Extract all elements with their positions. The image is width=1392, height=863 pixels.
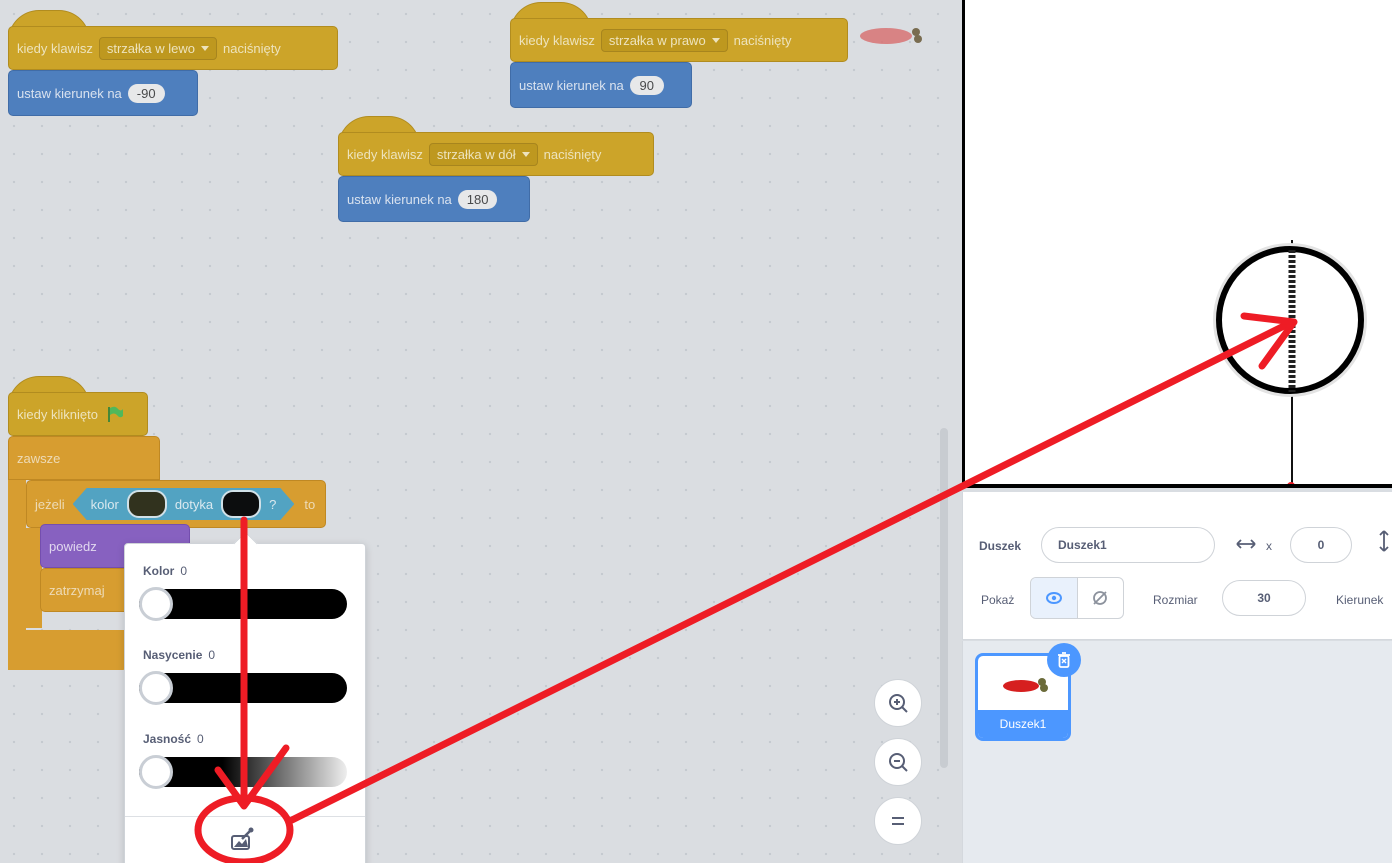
delete-sprite-button[interactable] bbox=[1047, 643, 1081, 677]
popup-tip bbox=[233, 531, 258, 556]
then-text: to bbox=[304, 496, 316, 512]
visibility-toggle[interactable] bbox=[1030, 577, 1124, 619]
brightness-label: Jasność 0 bbox=[143, 732, 204, 746]
sprite-info-panel bbox=[962, 492, 1392, 640]
workspace-scrollbar[interactable] bbox=[940, 428, 948, 768]
sprite-name-input[interactable]: Duszek1 bbox=[1041, 527, 1215, 563]
hide-sprite-button[interactable] bbox=[1078, 578, 1124, 618]
direction-input-right[interactable]: 90 bbox=[629, 75, 664, 95]
when-key-text: kiedy klawisz bbox=[519, 32, 595, 48]
chevron-down-icon bbox=[711, 37, 720, 43]
pressed-text: naciśnięty bbox=[543, 146, 602, 162]
if-text: jeżeli bbox=[35, 496, 65, 512]
eyedropper-icon[interactable] bbox=[229, 826, 255, 852]
when-key-text: kiedy klawisz bbox=[347, 146, 423, 162]
hue-slider-knob[interactable] bbox=[139, 587, 173, 621]
trash-icon bbox=[1058, 652, 1070, 668]
say-text: powiedz bbox=[49, 538, 97, 554]
when-key-left-block[interactable]: kiedy klawisz strzałka w lewo naciśnięty bbox=[8, 26, 338, 70]
saturation-value: 0 bbox=[208, 648, 216, 662]
equals-icon bbox=[892, 817, 904, 825]
when-flag-clicked-block[interactable]: kiedy kliknięto bbox=[8, 392, 148, 436]
green-flag-icon bbox=[107, 406, 123, 422]
zoom-out-icon bbox=[889, 753, 908, 772]
direction-input-down[interactable]: 180 bbox=[457, 189, 498, 209]
show-label: Pokaż bbox=[981, 593, 1015, 607]
zoom-reset-button[interactable] bbox=[874, 797, 922, 845]
touches-text: dotyka bbox=[174, 496, 214, 512]
set-direction-text: ustaw kierunek na bbox=[347, 191, 452, 207]
color-swatch-2[interactable] bbox=[221, 490, 261, 518]
size-input[interactable]: 30 bbox=[1222, 580, 1306, 616]
if-then-block[interactable]: jeżeli kolor dotyka ? to bbox=[26, 480, 326, 528]
key-dropdown-value: strzałka w lewo bbox=[106, 40, 195, 56]
set-direction-text: ustaw kierunek na bbox=[519, 77, 624, 93]
stage-canvas bbox=[1213, 240, 1367, 484]
size-label: Rozmiar bbox=[1153, 593, 1198, 607]
forever-block[interactable]: zawsze bbox=[8, 436, 160, 480]
color-swatch-1[interactable] bbox=[127, 490, 167, 518]
when-key-down-block[interactable]: kiedy klawisz strzałka w dół naciśnięty bbox=[338, 132, 654, 176]
pressed-text: naciśnięty bbox=[733, 32, 792, 48]
forever-text: zawsze bbox=[17, 450, 61, 466]
set-direction-right-block[interactable]: ustaw kierunek na 90 bbox=[510, 62, 692, 108]
forever-block-bottom bbox=[8, 630, 128, 670]
sprite-thumbnail-icon bbox=[860, 28, 922, 44]
x-position-input[interactable]: 0 bbox=[1290, 527, 1352, 563]
eye-icon bbox=[1045, 592, 1062, 604]
zoom-in-icon bbox=[889, 694, 908, 713]
set-direction-down-block[interactable]: ustaw kierunek na 180 bbox=[338, 176, 530, 222]
x-label: x bbox=[1266, 539, 1272, 553]
eye-slash-icon bbox=[1093, 591, 1108, 605]
when-key-right-block[interactable]: kiedy klawisz strzałka w prawo naciśnięt… bbox=[510, 18, 848, 62]
set-direction-left-block[interactable]: ustaw kierunek na -90 bbox=[8, 70, 198, 116]
pressed-text: naciśnięty bbox=[223, 40, 281, 56]
brightness-value: 0 bbox=[197, 732, 204, 746]
color-picker-popup[interactable]: Kolor 0 Nasycenie 0 Jasność 0 bbox=[124, 531, 366, 863]
color-touches-color-block[interactable]: kolor dotyka ? bbox=[73, 488, 295, 520]
sprite-tile-label: Duszek1 bbox=[978, 710, 1068, 738]
color-text: kolor bbox=[90, 496, 119, 512]
saturation-label-text: Nasycenie bbox=[143, 648, 203, 662]
hue-label-text: Kolor bbox=[143, 564, 175, 578]
hue-value: 0 bbox=[180, 564, 188, 578]
key-dropdown-value: strzałka w prawo bbox=[608, 32, 706, 48]
set-direction-text: ustaw kierunek na bbox=[17, 85, 122, 101]
question-text: ? bbox=[269, 496, 277, 512]
key-dropdown-value: strzałka w dół bbox=[436, 146, 516, 162]
sprite-name-label: Duszek bbox=[979, 539, 1022, 553]
stage[interactable] bbox=[962, 0, 1392, 488]
hue-label: Kolor 0 bbox=[143, 564, 187, 578]
stop-text: zatrzymaj bbox=[49, 582, 105, 598]
when-flag-text: kiedy kliknięto bbox=[17, 406, 98, 422]
brightness-label-text: Jasność bbox=[143, 732, 192, 746]
code-workspace[interactable]: kiedy klawisz strzałka w lewo naciśnięty… bbox=[0, 0, 962, 863]
show-sprite-button[interactable] bbox=[1031, 578, 1078, 618]
vertical-arrows-icon bbox=[1379, 530, 1389, 552]
picker-divider bbox=[125, 816, 365, 817]
key-dropdown-down[interactable]: strzałka w dół bbox=[428, 142, 538, 166]
direction-label: Kierunek bbox=[1336, 593, 1384, 607]
zoom-in-button[interactable] bbox=[874, 679, 922, 727]
when-key-text: kiedy klawisz bbox=[17, 40, 93, 56]
saturation-label: Nasycenie 0 bbox=[143, 648, 215, 662]
direction-input-left[interactable]: -90 bbox=[127, 83, 165, 103]
horizontal-arrows-icon bbox=[1236, 539, 1256, 549]
brightness-slider-knob[interactable] bbox=[139, 755, 173, 789]
key-dropdown-right[interactable]: strzałka w prawo bbox=[600, 28, 728, 52]
key-dropdown-left[interactable]: strzałka w lewo bbox=[98, 36, 217, 60]
chevron-down-icon bbox=[201, 45, 209, 51]
chevron-down-icon bbox=[521, 151, 530, 157]
saturation-slider-knob[interactable] bbox=[139, 671, 173, 705]
zoom-out-button[interactable] bbox=[874, 738, 922, 786]
